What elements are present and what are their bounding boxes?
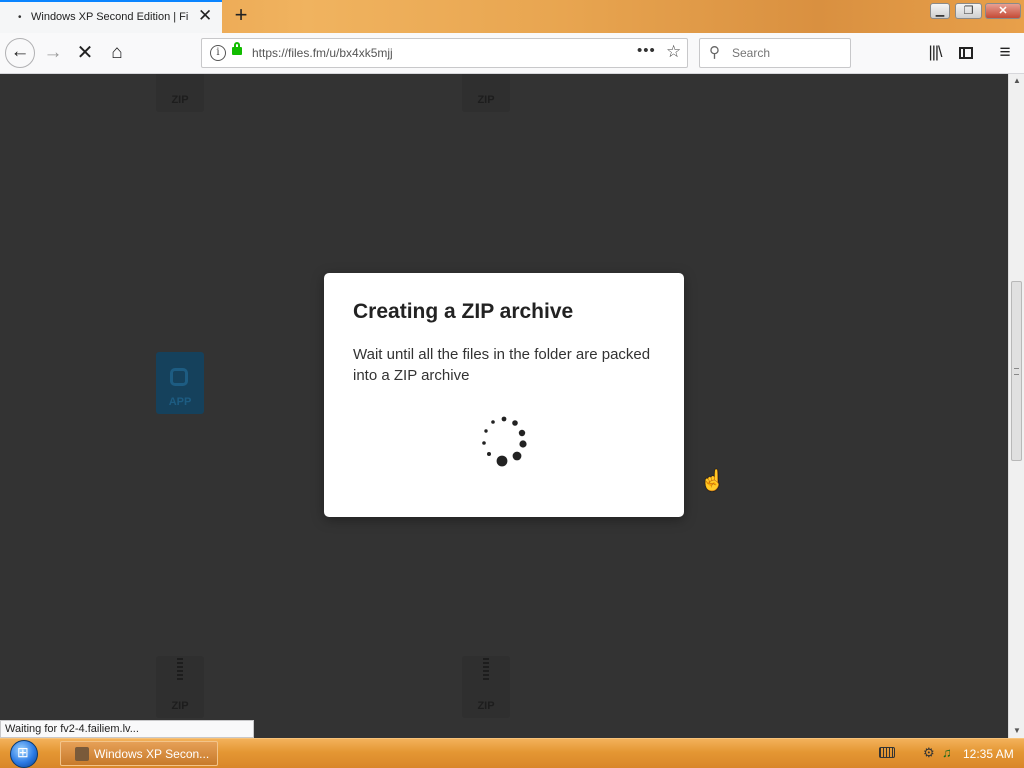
close-tab-icon[interactable]: ✕	[198, 6, 212, 26]
zip-file-icon[interactable]: ZIP	[156, 74, 204, 112]
search-icon: ⚲	[709, 44, 720, 61]
bookmark-star-icon[interactable]: ☆	[666, 42, 681, 62]
clock[interactable]: 12:35 AM	[963, 747, 1014, 761]
vertical-scrollbar[interactable]: ▲ ▼	[1008, 74, 1024, 738]
grip-icon	[1014, 368, 1019, 375]
firefox-icon	[75, 747, 89, 761]
scroll-down-arrow-icon[interactable]: ▼	[1009, 724, 1024, 738]
navigation-bar: ← → ✕ ⌂ i https://files.fm/u/bx4xk5mjj •…	[0, 33, 1024, 74]
back-button[interactable]: ←	[5, 38, 35, 68]
zip-progress-dialog: Creating a ZIP archive Wait until all th…	[324, 273, 684, 517]
loading-spinner-icon	[482, 416, 527, 467]
zip-file-icon[interactable]: ZIP	[462, 656, 510, 718]
hand-cursor-icon: ☝	[700, 470, 725, 492]
search-input[interactable]	[730, 45, 844, 61]
home-button[interactable]: ⌂	[102, 38, 132, 68]
zipper-icon	[177, 658, 183, 680]
zip-file-icon[interactable]: ZIP	[156, 656, 204, 718]
page-actions-icon[interactable]: •••	[637, 42, 656, 59]
url-text[interactable]: https://files.fm/u/bx4xk5mjj	[252, 46, 393, 60]
taskbar-item-firefox[interactable]: Windows XP Secon...	[60, 741, 218, 766]
site-info-icon[interactable]: i	[210, 45, 226, 61]
title-bar: • Windows XP Second Edition | Fi ✕ + ▁ ❐…	[0, 0, 1024, 33]
close-window-button[interactable]: ✕	[985, 3, 1021, 19]
start-button[interactable]	[4, 740, 44, 768]
volume-icon[interactable]: ♫	[942, 745, 952, 760]
keyboard-icon[interactable]	[879, 747, 895, 758]
status-bar-text: Waiting for fv2-4.failiem.lv...	[0, 720, 254, 738]
stop-button[interactable]: ✕	[70, 38, 100, 68]
sidebar-icon[interactable]	[951, 38, 981, 68]
dialog-message: Wait until all the files in the folder a…	[353, 346, 651, 384]
zip-file-icon[interactable]: ZIP	[462, 74, 510, 112]
taskbar: Windows XP Secon... ⚙ ♫ 12:35 AM	[0, 738, 1024, 768]
minimize-button[interactable]: ▁	[930, 3, 950, 19]
tab-title: Windows XP Second Edition | Fi	[31, 11, 189, 23]
tab-loading-indicator: •	[18, 12, 22, 23]
dialog-title: Creating a ZIP archive	[353, 300, 574, 323]
browser-tab[interactable]: • Windows XP Second Edition | Fi ✕	[0, 0, 222, 33]
library-icon[interactable]: |||\	[920, 38, 950, 68]
system-tray: ⚙ ♫ 12:35 AM	[870, 741, 1024, 766]
forward-button[interactable]: →	[38, 38, 68, 68]
zipper-icon	[483, 658, 489, 680]
new-tab-button[interactable]: +	[231, 3, 251, 27]
scroll-up-arrow-icon[interactable]: ▲	[1009, 74, 1024, 88]
windows-orb-icon	[10, 740, 38, 768]
network-icon[interactable]: ⚙	[923, 745, 935, 761]
menu-icon[interactable]: ≡	[990, 38, 1020, 68]
restore-button[interactable]: ❐	[955, 3, 982, 19]
app-file-icon[interactable]: APP	[156, 352, 204, 414]
scrollbar-thumb[interactable]	[1011, 281, 1022, 461]
app-glyph-icon	[170, 368, 188, 386]
search-box[interactable]: ⚲	[699, 38, 851, 68]
lock-icon[interactable]	[232, 42, 242, 55]
address-bar[interactable]: i https://files.fm/u/bx4xk5mjj ••• ☆	[201, 38, 688, 68]
